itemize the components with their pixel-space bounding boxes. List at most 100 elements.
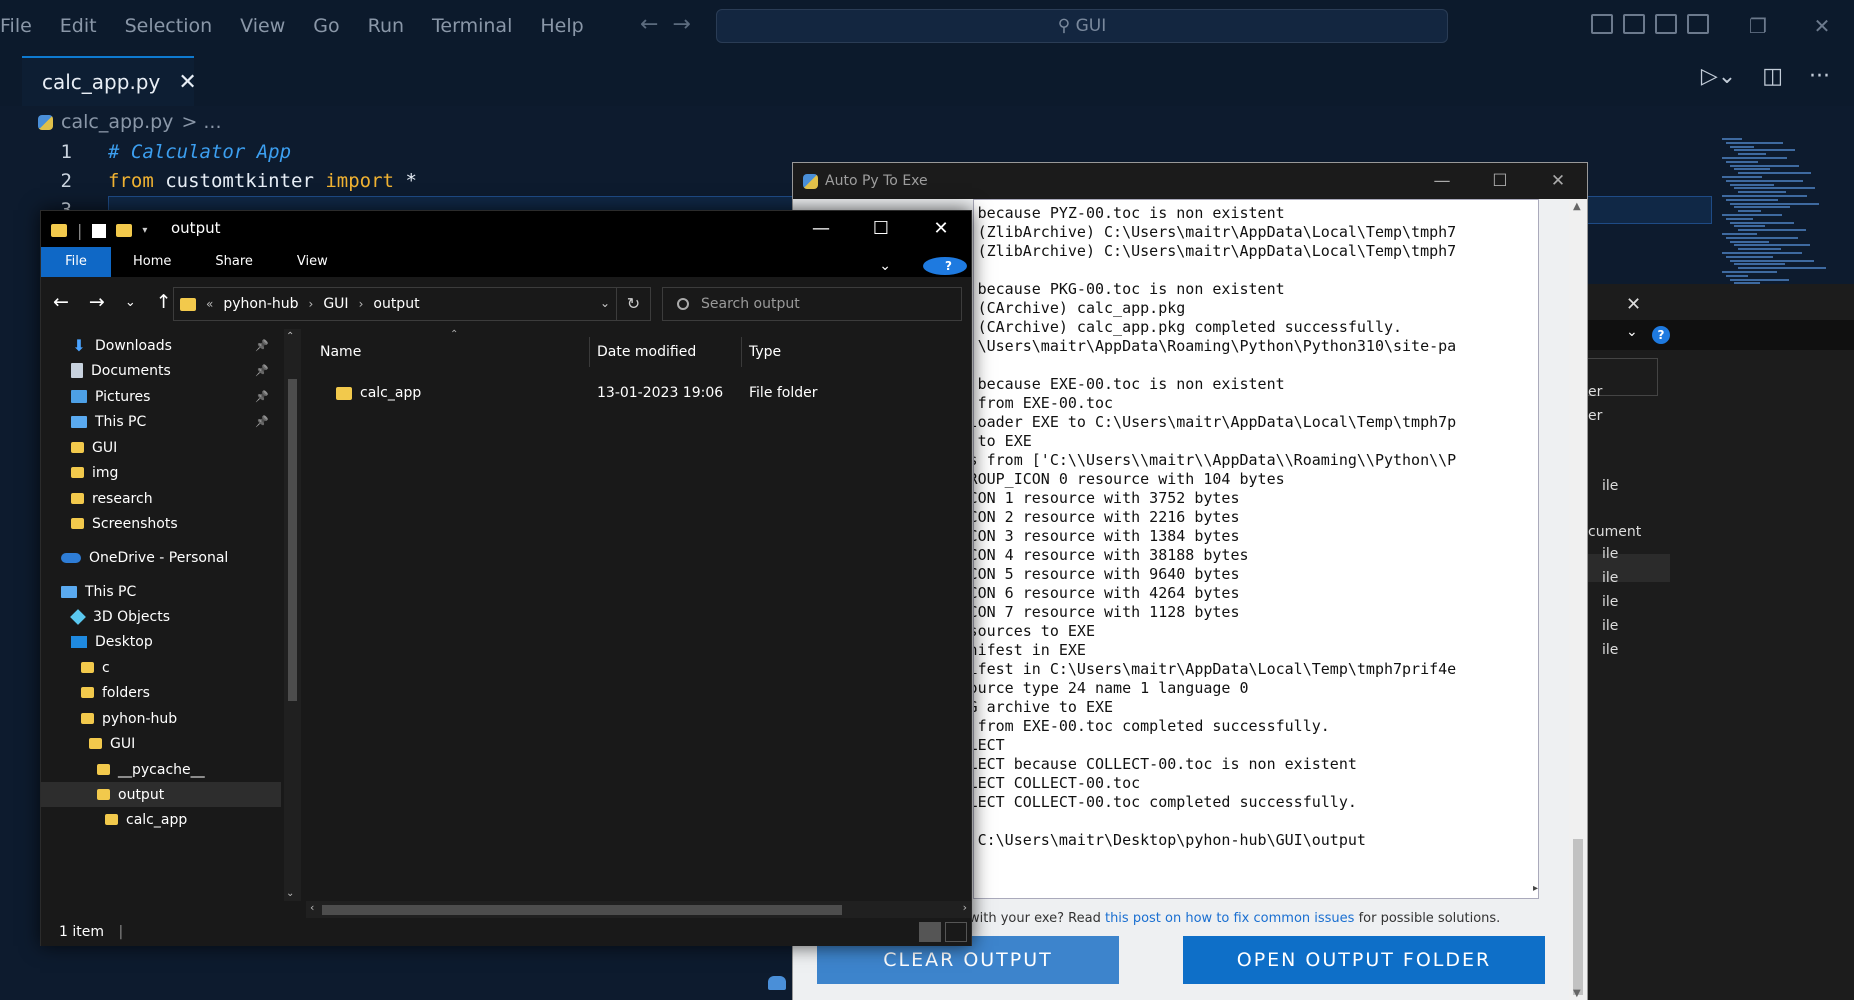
chevron-right-icon[interactable]: › — [359, 297, 364, 311]
nav-item-img[interactable]: img — [71, 460, 277, 485]
chevron-down-icon[interactable]: ▾ — [142, 225, 147, 236]
up-icon[interactable]: ↑ — [156, 291, 172, 313]
nav-item-gui[interactable]: GUI — [71, 435, 277, 460]
large-icons-view-icon[interactable] — [945, 922, 967, 942]
toggle-secondary-sidebar-icon[interactable] — [1655, 14, 1677, 34]
nav-item-onedrive-personal[interactable]: OneDrive - Personal — [61, 545, 277, 570]
toggle-panel-icon[interactable] — [1623, 14, 1645, 34]
nav-item-this-pc[interactable]: This PC — [61, 579, 277, 604]
run-icon[interactable]: ▷⌄ — [1701, 64, 1736, 89]
scroll-left-icon[interactable]: ‹ — [310, 901, 314, 914]
menu-item-edit[interactable]: Edit — [46, 0, 111, 52]
breadcrumb-file[interactable]: calc_app.py — [61, 111, 173, 133]
nav-item-downloads[interactable]: ⬇ Downloads 📌 — [71, 333, 277, 358]
apte-scrollbar[interactable]: ▲ ▼ — [1569, 199, 1587, 1000]
breadcrumb-output[interactable]: output — [373, 296, 419, 312]
file-row[interactable]: calc_app 13-01-2023 19:06 File folder — [314, 380, 964, 408]
common-issues-link[interactable]: this post on how to fix common issues — [1105, 911, 1354, 926]
ribbon-tab-file[interactable]: File — [41, 247, 111, 277]
pin-icon[interactable]: 📌 — [255, 415, 269, 428]
nav-item--pycache-[interactable]: __pycache__ — [97, 757, 277, 782]
column-separator[interactable] — [589, 337, 590, 367]
scroll-up-icon[interactable]: ⌃ — [286, 331, 294, 342]
restore-icon[interactable]: ❐ — [1726, 0, 1790, 52]
scroll-right-icon[interactable]: ▸ — [1533, 883, 1538, 894]
nav-item-gui[interactable]: GUI — [89, 731, 277, 756]
close-icon[interactable]: ✕ — [178, 70, 196, 95]
search-input[interactable] — [701, 296, 941, 312]
properties-icon[interactable] — [92, 223, 107, 238]
forward-icon[interactable]: → — [89, 291, 105, 313]
scroll-down-icon[interactable]: ⌄ — [286, 888, 294, 899]
tab-calc-app[interactable]: calc_app.py ✕ — [22, 56, 197, 106]
ribbon-tab-view[interactable]: View — [275, 247, 350, 277]
toggle-sidebar-icon[interactable] — [1591, 14, 1613, 34]
open-output-folder-button[interactable]: OPEN OUTPUT FOLDER — [1183, 936, 1545, 984]
pin-icon[interactable]: 📌 — [255, 390, 269, 403]
help-icon[interactable]: ? — [923, 257, 967, 275]
ribbon-tab-share[interactable]: Share — [193, 247, 275, 277]
menu-item-file[interactable]: File — [0, 0, 46, 52]
column-separator[interactable] — [741, 337, 742, 367]
scroll-up-icon[interactable]: ▲ — [1573, 201, 1581, 212]
column-date-modified[interactable]: Date modified — [597, 337, 696, 367]
column-type[interactable]: Type — [749, 337, 781, 367]
horizontal-scrollbar[interactable]: ‹ › — [306, 901, 971, 918]
nav-item-this-pc[interactable]: This PC 📌 — [71, 409, 277, 434]
back-icon[interactable]: ← — [53, 291, 69, 313]
close-icon[interactable]: ✕ — [911, 211, 971, 247]
breadcrumb-gui[interactable]: GUI — [323, 296, 348, 312]
scroll-down-icon[interactable]: ▼ — [1573, 988, 1581, 999]
ribbon-tab-home[interactable]: Home — [111, 247, 193, 277]
help-icon[interactable]: ? — [1652, 326, 1670, 344]
chevron-down-icon[interactable]: ⌄ — [600, 296, 610, 310]
nav-item-pyhon-hub[interactable]: pyhon-hub — [81, 706, 277, 731]
search-box[interactable] — [662, 287, 962, 321]
minimize-icon[interactable]: — — [1413, 163, 1471, 199]
breadcrumb-pyhon-hub[interactable]: pyhon-hub — [223, 296, 298, 312]
address-bar[interactable]: « pyhon-hub › GUI › output ⌄ ↻ — [173, 287, 651, 321]
nav-item-pictures[interactable]: Pictures 📌 — [71, 384, 277, 409]
refresh-icon[interactable]: ↻ — [616, 288, 650, 320]
chevron-down-icon[interactable]: ⌄ — [1626, 324, 1638, 340]
nav-item-calc-app[interactable]: calc_app — [105, 807, 277, 832]
nav-item-c[interactable]: c — [81, 655, 277, 680]
column-name[interactable]: Name — [320, 337, 361, 367]
nav-item-screenshots[interactable]: Screenshots — [71, 511, 277, 536]
customize-layout-icon[interactable] — [1687, 14, 1709, 34]
maximize-icon[interactable]: ☐ — [851, 211, 911, 247]
nav-item-3d-objects[interactable]: 3D Objects — [70, 604, 277, 629]
nav-item-research[interactable]: research — [71, 486, 277, 511]
menu-item-selection[interactable]: Selection — [111, 0, 227, 52]
nav-scrollbar[interactable]: ⌃ ⌄ — [284, 329, 301, 901]
menu-item-run[interactable]: Run — [354, 0, 418, 52]
scroll-right-icon[interactable]: › — [963, 901, 967, 914]
more-icon[interactable]: ··· — [1809, 64, 1830, 89]
close-icon[interactable]: ✕ — [1529, 163, 1587, 199]
close-icon[interactable]: ✕ — [1790, 0, 1854, 52]
nav-item-documents[interactable]: Documents 📌 — [71, 358, 277, 383]
breadcrumb-more[interactable]: > ... — [181, 111, 221, 133]
scroll-thumb[interactable] — [1573, 839, 1583, 995]
menu-item-view[interactable]: View — [226, 0, 299, 52]
details-view-icon[interactable] — [919, 922, 941, 942]
nav-item-desktop[interactable]: Desktop — [71, 629, 277, 654]
overflow-icon[interactable]: « — [206, 297, 213, 311]
scroll-thumb[interactable] — [322, 905, 842, 915]
nav-arrows[interactable]: ←→ — [640, 12, 705, 37]
split-editor-icon[interactable]: ◫ — [1762, 64, 1783, 89]
recent-chevron-icon[interactable]: ⌄ — [125, 295, 136, 313]
pin-icon[interactable]: 📌 — [255, 364, 269, 377]
close-icon[interactable]: ✕ — [1626, 294, 1641, 315]
command-center[interactable]: ⚲ GUI — [716, 9, 1448, 43]
menu-item-terminal[interactable]: Terminal — [418, 0, 526, 52]
output-textarea[interactable]: INFO: Building PYZ because PYZ-00.toc is… — [973, 199, 1539, 899]
nav-item-output[interactable]: output — [41, 782, 281, 807]
nav-item-folders[interactable]: folders — [81, 680, 277, 705]
scroll-thumb[interactable] — [288, 379, 297, 701]
pin-icon[interactable]: 📌 — [255, 339, 269, 352]
new-folder-icon[interactable] — [116, 224, 133, 237]
menu-item-help[interactable]: Help — [526, 0, 597, 52]
minimize-icon[interactable]: — — [791, 211, 851, 247]
menu-item-go[interactable]: Go — [299, 0, 353, 52]
